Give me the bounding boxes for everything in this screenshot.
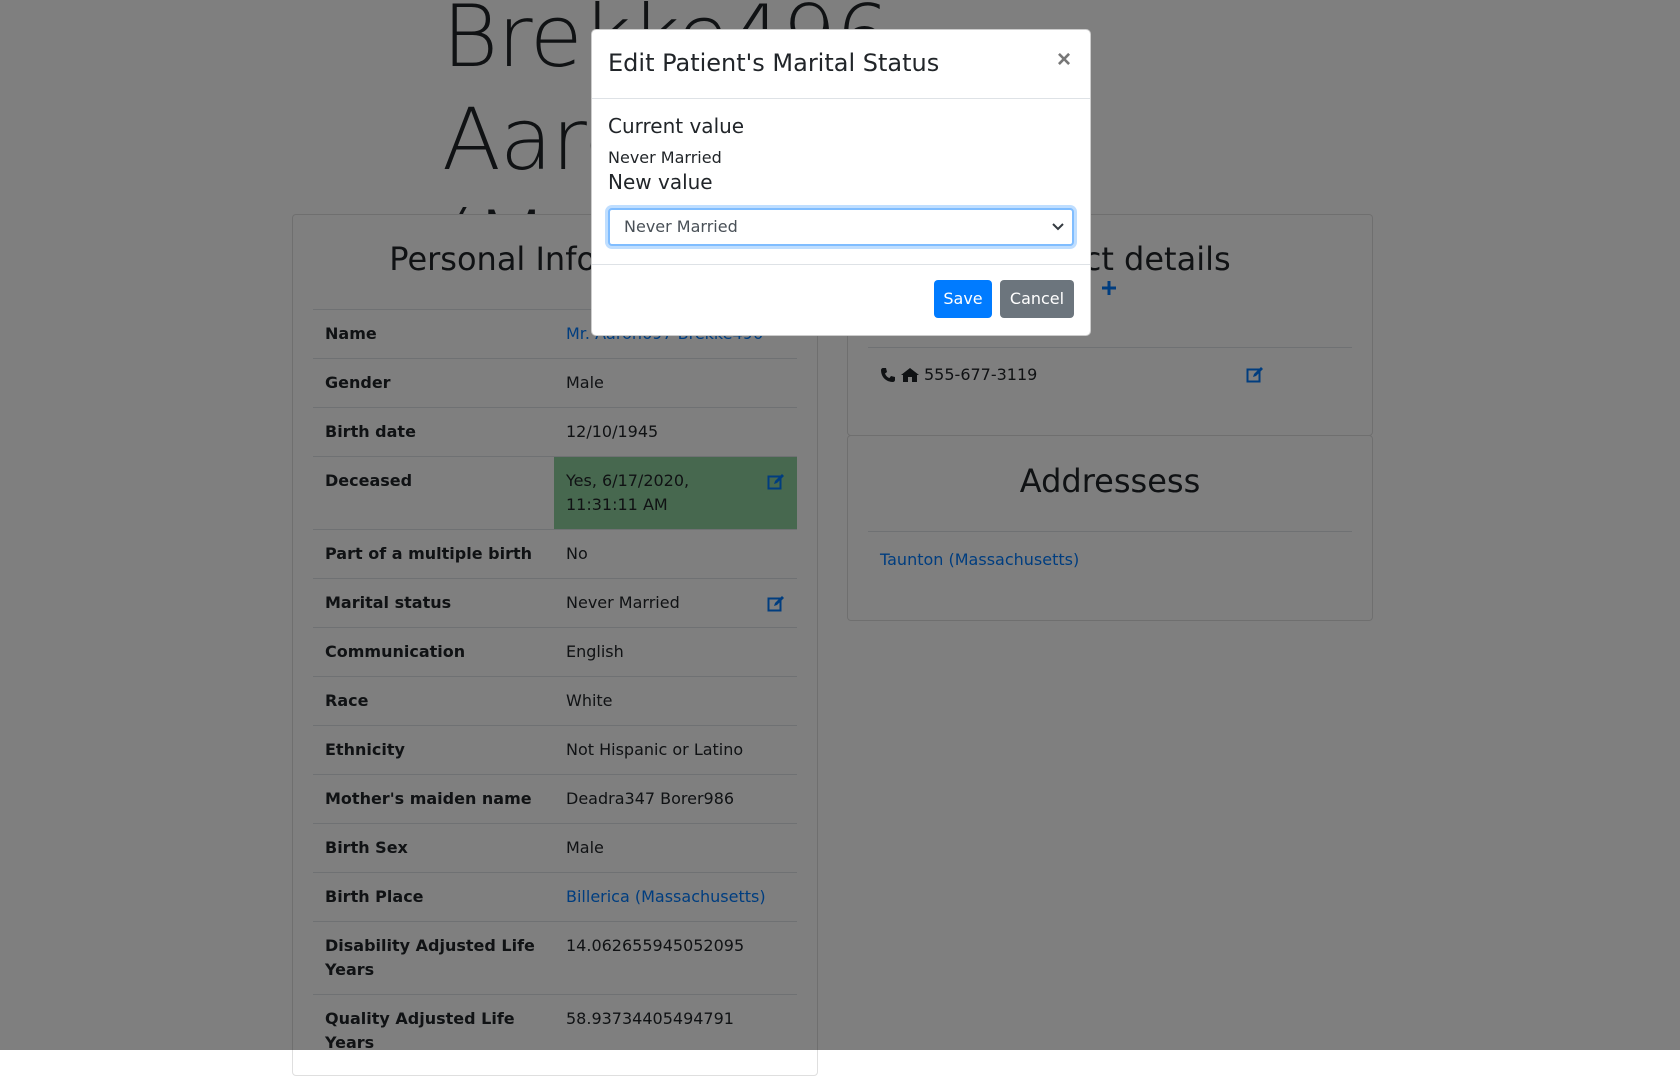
chevron-down-icon [1052, 223, 1064, 231]
marital-status-select[interactable]: Never Married [608, 208, 1074, 246]
cancel-button[interactable]: Cancel [1000, 280, 1074, 318]
modal-title: Edit Patient's Marital Status [608, 49, 940, 77]
modal-header: Edit Patient's Marital Status × [592, 30, 1090, 99]
current-value-text: Never Married [608, 148, 722, 167]
edit-marital-status-modal: Edit Patient's Marital Status × Current … [591, 29, 1091, 336]
new-value-label: New value [608, 170, 713, 194]
current-value-label: Current value [608, 114, 745, 138]
selected-option: Never Married [624, 217, 738, 236]
close-button[interactable]: × [1052, 46, 1076, 74]
modal-footer: Save Cancel [592, 264, 1090, 335]
save-button[interactable]: Save [934, 280, 992, 318]
